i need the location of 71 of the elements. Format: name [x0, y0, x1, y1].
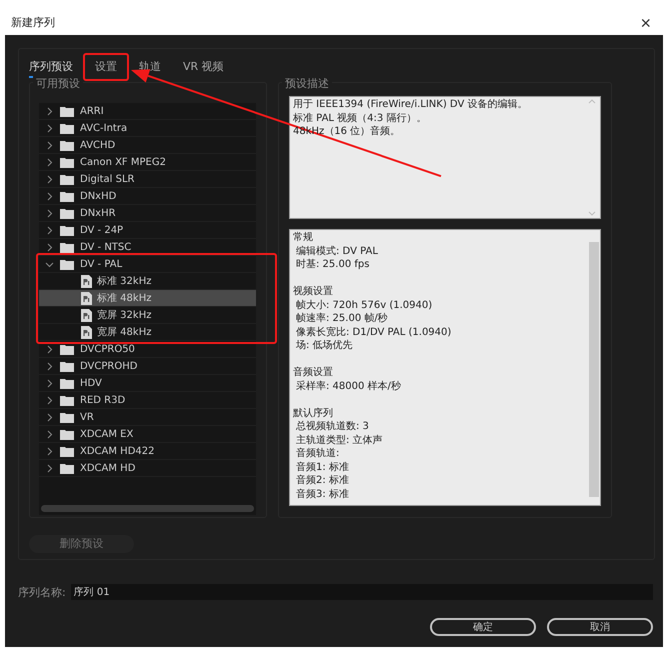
folder-icon: [60, 412, 74, 422]
folder-icon: [60, 428, 74, 440]
folder-icon: [60, 360, 74, 372]
folder-icon: [60, 446, 74, 456]
folder-icon: [60, 242, 74, 252]
tab[interactable]: VR 视频: [175, 56, 232, 78]
tree-item[interactable]: XDCAM EX: [39, 426, 256, 443]
tree-item[interactable]: AVCHD: [39, 137, 256, 154]
section-heading: 默认序列: [293, 406, 334, 420]
tree-item[interactable]: AVC-Intra: [39, 120, 256, 137]
folder-icon: [60, 208, 74, 218]
document-icon: [81, 274, 92, 288]
section-heading: 常规: [293, 231, 314, 244]
tree-item[interactable]: 标准 48kHz: [39, 290, 256, 307]
group-title: 可用预设: [33, 76, 83, 91]
scrollbar[interactable]: [41, 505, 254, 512]
detail-line: 场: 低场优先: [295, 339, 354, 352]
tree-item[interactable]: DVCPRO50: [39, 341, 256, 358]
detail-line: 采样率: 48000 样本/秒: [295, 380, 402, 393]
close-button[interactable]: ×: [636, 12, 655, 32]
detail-line: 时基: 25.00 fps: [295, 258, 370, 272]
folder-icon: [60, 258, 74, 270]
folder-icon: [60, 344, 74, 354]
folder-icon: [60, 174, 74, 184]
folder-icon: [60, 462, 74, 474]
tree-item[interactable]: XDCAM HD422: [39, 443, 256, 460]
tree-item[interactable]: DV - NTSC: [39, 239, 256, 256]
folder-icon: [60, 156, 74, 168]
tree-item[interactable]: DV - 24P: [39, 222, 256, 239]
folder-icon: [60, 122, 74, 134]
tree-item[interactable]: Digital SLR: [39, 171, 256, 188]
field-label: 序列名称:: [18, 584, 66, 600]
folder-icon: [60, 224, 74, 236]
sequence-name-field[interactable]: 序列 01: [70, 584, 653, 600]
section-heading: 音频设置: [293, 366, 334, 380]
document-icon: [81, 308, 92, 322]
folder-icon: [60, 140, 74, 150]
folder-icon: [60, 190, 74, 202]
tab[interactable]: 设置: [87, 56, 125, 78]
detail-line: 音频1: 标准: [295, 460, 350, 474]
window-title: 新建序列: [11, 15, 55, 30]
detail-line: 像素长宽比: D1/DV PAL (1.0940): [295, 326, 452, 339]
tree-item[interactable]: XDCAM HD: [39, 460, 256, 477]
detail-line: 总视频轨道数: 3: [295, 420, 370, 434]
tree-item[interactable]: 宽屏 32kHz: [39, 307, 256, 324]
section-heading: 视频设置: [293, 285, 334, 298]
document-icon: [81, 326, 92, 338]
tree-item[interactable]: DVCPROHD: [39, 358, 256, 375]
tree-item[interactable]: RED R3D: [39, 392, 256, 409]
tree-item[interactable]: HDV: [39, 375, 256, 392]
detail-line: 音频2: 标准: [295, 474, 350, 488]
detail-line: 帧速率: 25.00 帧/秒: [295, 312, 389, 326]
tree-item[interactable]: ARRI: [39, 103, 256, 120]
cancel-button[interactable]: 取消: [547, 618, 653, 636]
folder-icon: [60, 394, 74, 406]
detail-line: 音频轨道:: [295, 447, 340, 460]
folder-icon: [60, 106, 74, 116]
folder-icon: [60, 378, 74, 388]
detail-line: 音频3: 标准: [295, 488, 350, 501]
tree-item[interactable]: VR: [39, 409, 256, 426]
detail-line: 编辑模式: DV PAL: [295, 244, 379, 258]
tree-item[interactable]: DV - PAL: [39, 256, 256, 273]
ok-button[interactable]: 确定: [430, 618, 536, 636]
tree-item[interactable]: DNxHD: [39, 188, 256, 205]
tree-item[interactable]: Canon XF MPEG2: [39, 154, 256, 171]
detail-line: 主轨道类型: 立体声: [295, 434, 384, 447]
tree-item[interactable]: DNxHR: [39, 205, 256, 222]
document-icon: [81, 292, 92, 304]
group-title: 预设描述: [282, 76, 332, 91]
tree-item[interactable]: 宽屏 48kHz: [39, 324, 256, 341]
detail-line: 帧大小: 720h 576v (1.0940): [295, 298, 434, 312]
